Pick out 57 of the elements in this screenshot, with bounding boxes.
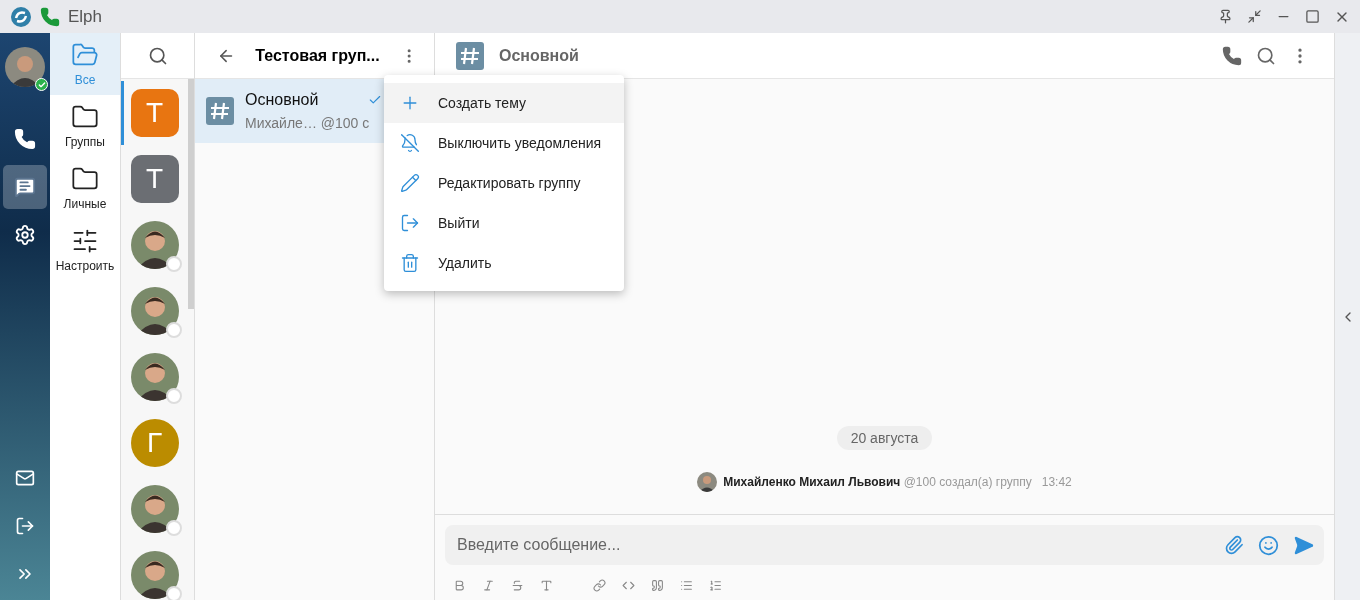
logout-icon: [15, 516, 35, 536]
settings-icon: [14, 224, 36, 246]
folder-label: Группы: [65, 135, 105, 149]
chat-title: Основной: [499, 46, 580, 65]
emoji-icon[interactable]: [1258, 534, 1279, 556]
folder-tab[interactable]: Группы: [50, 95, 120, 157]
trash-icon: [400, 253, 420, 273]
chat-icon: [14, 176, 36, 198]
event-time: 13:42: [1041, 475, 1072, 489]
folder-label: Все: [74, 73, 96, 87]
group-title: Тестовая груп...: [255, 46, 380, 65]
sliders-icon: [71, 227, 99, 255]
folder-tab[interactable]: Личные: [50, 157, 120, 219]
event-text: Михайленко Михаил Львович @100 создал(а) группу: [723, 475, 1032, 489]
pin-icon[interactable]: [1218, 9, 1233, 24]
phone-icon: [14, 128, 36, 150]
folder-tab[interactable]: Настроить: [50, 219, 120, 281]
folder-label: Настроить: [55, 259, 115, 273]
code-icon[interactable]: [622, 579, 635, 592]
menu-item[interactable]: Выйти: [384, 203, 624, 243]
exit-icon: [400, 213, 420, 233]
phone-icon: [40, 6, 60, 27]
hash-icon: [455, 40, 485, 71]
search-icon[interactable]: [147, 45, 168, 66]
topic-name: Основной: [245, 91, 319, 109]
shrink-icon[interactable]: [1247, 9, 1262, 24]
group-avatar[interactable]: Т: [130, 155, 179, 203]
link-icon[interactable]: [593, 579, 606, 592]
app-logo-icon: [10, 5, 32, 28]
menu-item[interactable]: Удалить: [384, 243, 624, 283]
attach-icon[interactable]: [1224, 535, 1244, 555]
hash-icon: [205, 96, 235, 126]
bold-icon[interactable]: [453, 579, 466, 592]
quote-icon[interactable]: [651, 579, 664, 592]
chat-button[interactable]: [3, 165, 47, 209]
mail-icon: [15, 468, 35, 488]
maximize-icon[interactable]: [1305, 9, 1320, 24]
bell-off-icon: [400, 133, 420, 153]
menu-item[interactable]: Редактировать группу: [384, 163, 624, 203]
topic-preview: Михайле… @100 с: [245, 115, 371, 131]
composer-bar[interactable]: Введите сообщение...: [445, 525, 1324, 565]
bullet-list-icon[interactable]: [680, 579, 693, 592]
message-field[interactable]: Введите сообщение...: [455, 535, 1210, 555]
italic-icon[interactable]: [482, 579, 495, 592]
user-avatar[interactable]: [5, 47, 45, 87]
date-chip: 20 августа: [836, 426, 933, 450]
scrollbar[interactable]: [188, 79, 194, 309]
send-icon[interactable]: [1293, 534, 1314, 556]
numbered-list-icon[interactable]: [709, 579, 722, 592]
search-icon[interactable]: [1256, 45, 1276, 66]
menu-item[interactable]: Создать тему: [384, 83, 624, 123]
folder-label: Личные: [63, 197, 107, 211]
window-title: Elph: [68, 6, 103, 27]
phone-icon[interactable]: [1222, 45, 1242, 66]
pencil-icon: [400, 173, 420, 193]
text-icon[interactable]: [540, 579, 553, 592]
strikethrough-icon[interactable]: [511, 579, 524, 592]
